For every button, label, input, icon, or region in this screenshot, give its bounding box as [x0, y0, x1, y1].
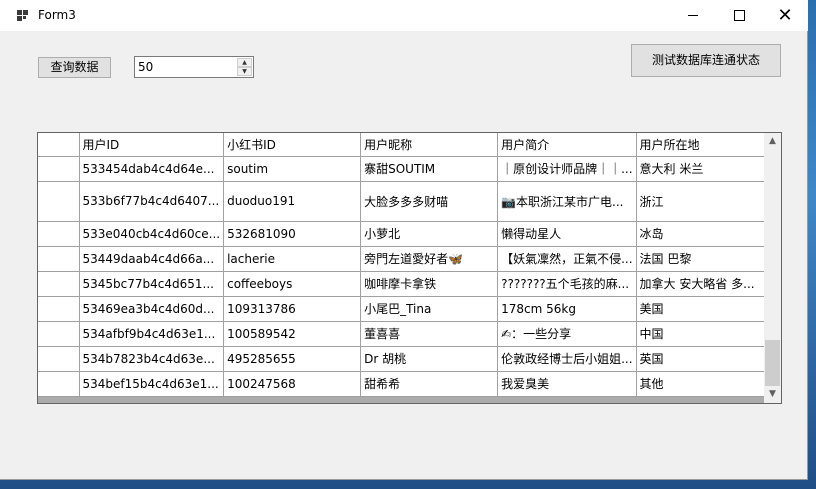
cell-location[interactable]: 加拿大 安大略省 多... [636, 271, 775, 297]
cell-xhs-id[interactable]: 495285655 [223, 346, 362, 372]
cell-location[interactable]: 意大利 米兰 [636, 156, 775, 182]
cell-nickname[interactable]: 甜希希 [360, 371, 499, 397]
cell-user-id[interactable]: 53449daab4c4d66a... [79, 246, 225, 272]
cell-nickname[interactable]: 大脸多多多财喵 [360, 181, 499, 222]
test-db-connection-button[interactable]: 测试数据库连通状态 [631, 44, 781, 77]
title-bar[interactable]: Form3 ✕ [0, 0, 808, 31]
count-numeric-updown[interactable]: 50 ▲ ▼ [134, 56, 254, 78]
table-row[interactable]: 534afbf9b4c4d63e1... 100589542 董喜喜 ✍：一些分享 中国 [38, 321, 775, 347]
table-row[interactable]: 533e040cb4c4d60ce... 532681090 小萝北 懒得动星人 冰岛 [38, 221, 775, 247]
cell-location[interactable]: 其他 [636, 371, 775, 397]
column-header-user-id[interactable]: 用户ID [79, 133, 225, 157]
minimize-icon [688, 15, 698, 16]
cell-location[interactable]: 法国 巴黎 [636, 246, 775, 272]
cell-bio[interactable]: ｜原创设计师品牌｜｜... [497, 156, 637, 182]
close-button[interactable]: ✕ [762, 0, 808, 31]
spin-up-button[interactable]: ▲ [237, 58, 252, 67]
app-icon [17, 10, 29, 22]
cell-user-id[interactable]: 533b6f77b4c4d6407... [79, 181, 225, 222]
cell-xhs-id[interactable]: lacherie [223, 246, 362, 272]
row-header[interactable] [38, 371, 80, 397]
cell-bio[interactable]: 178cm 56kg [497, 296, 637, 322]
maximize-button[interactable] [716, 0, 762, 31]
cell-xhs-id[interactable]: 100247568 [223, 371, 362, 397]
column-header-xhs-id[interactable]: 小红书ID [223, 133, 362, 157]
table-row[interactable]: 534b7823b4c4d63e... 495285655 Dr 胡桃 伦敦政经博士后… [38, 346, 775, 372]
minimize-button[interactable] [670, 0, 716, 31]
query-data-button[interactable]: 查询数据 [38, 57, 111, 78]
cell-user-id[interactable]: 5345bc77b4c4d651... [79, 271, 225, 297]
cell-xhs-id[interactable]: coffeeboys [223, 271, 362, 297]
vertical-scrollbar[interactable]: ▲ ▼ [764, 133, 781, 403]
cell-location[interactable]: 冰岛 [636, 221, 775, 247]
row-header[interactable] [38, 156, 80, 182]
cell-nickname[interactable]: Dr 胡桃 [360, 346, 499, 372]
count-value[interactable]: 50 [138, 60, 153, 74]
row-header-corner[interactable] [38, 133, 80, 157]
cell-user-id[interactable]: 53469ea3b4c4d60d... [79, 296, 225, 322]
cell-xhs-id[interactable]: 100589542 [223, 321, 362, 347]
row-header[interactable] [38, 271, 80, 297]
table-row[interactable]: 53449daab4c4d66a... lacherie 旁門左道愛好者🦋 【妖氣凜然… [38, 246, 775, 272]
cell-xhs-id[interactable]: 532681090 [223, 221, 362, 247]
column-header-location[interactable]: 用户所在地 [636, 133, 775, 157]
form3-window: Form3 ✕ 查询数据 50 ▲ ▼ 测试数据库连通状态 用户ID 小红书ID… [0, 0, 808, 480]
cell-location[interactable]: 美国 [636, 296, 775, 322]
cell-location[interactable]: 浙江 [636, 181, 775, 222]
maximize-icon [734, 10, 745, 21]
column-header-bio[interactable]: 用户简介 [497, 133, 637, 157]
cell-xhs-id[interactable]: duoduo191 [223, 181, 362, 222]
scroll-up-icon[interactable]: ▲ [764, 133, 781, 150]
table-row[interactable]: 533454dab4c4d64e... soutim 寨甜SOUTIM ｜原创设计师品… [38, 156, 775, 182]
cell-nickname[interactable]: 小萝北 [360, 221, 499, 247]
cell-user-id[interactable]: 533e040cb4c4d60ce... [79, 221, 225, 247]
cell-bio[interactable]: 📷本职浙江某市广电... [497, 181, 637, 222]
spin-buttons: ▲ ▼ [237, 58, 252, 76]
spin-down-button[interactable]: ▼ [237, 67, 252, 76]
row-header[interactable] [38, 181, 80, 222]
cell-user-id[interactable]: 533454dab4c4d64e... [79, 156, 225, 182]
cell-nickname[interactable]: 旁門左道愛好者🦋 [360, 246, 499, 272]
cell-nickname[interactable]: 咖啡摩卡拿铁 [360, 271, 499, 297]
cell-nickname[interactable]: 董喜喜 [360, 321, 499, 347]
table-row[interactable]: 5345bc77b4c4d651... coffeeboys 咖啡摩卡拿铁?????… [38, 271, 775, 297]
grid-body: 533454dab4c4d64e... soutim 寨甜SOUTIM ｜原创设计师品… [38, 156, 775, 397]
table-row[interactable]: 533b6f77b4c4d6407... duoduo191 大脸多多多财喵 📷本职浙… [38, 181, 775, 222]
cell-user-id[interactable]: 534afbf9b4c4d63e1... [79, 321, 225, 347]
cell-bio[interactable]: 懒得动星人 [497, 221, 637, 247]
cell-bio[interactable]: 【妖氣凜然，正氣不侵... [497, 246, 637, 272]
header-row: 用户ID 小红书ID 用户昵称 用户简介 用户所在地 [38, 133, 775, 157]
row-header[interactable] [38, 346, 80, 372]
cell-nickname[interactable]: 小尾巴_Tina [360, 296, 499, 322]
table-row[interactable]: 534bef15b4c4d63e1... 100247568 甜希希 我爱臭美 其他 [38, 371, 775, 397]
window-title: Form3 [38, 8, 76, 22]
cell-location[interactable]: 英国 [636, 346, 775, 372]
cell-bio[interactable]: 我爱臭美 [497, 371, 637, 397]
cell-nickname[interactable]: 寨甜SOUTIM [360, 156, 499, 182]
cell-bio[interactable]: ???????五个毛孩的麻... [497, 271, 637, 297]
row-header[interactable] [38, 296, 80, 322]
cell-bio[interactable]: 伦敦政经博士后小姐姐... [497, 346, 637, 372]
row-header[interactable] [38, 246, 80, 272]
data-grid[interactable]: 用户ID 小红书ID 用户昵称 用户简介 用户所在地 533454dab4c4d… [37, 132, 782, 404]
scroll-down-icon[interactable]: ▼ [764, 386, 781, 403]
cell-user-id[interactable]: 534bef15b4c4d63e1... [79, 371, 225, 397]
row-header[interactable] [38, 221, 80, 247]
column-header-nickname[interactable]: 用户昵称 [360, 133, 499, 157]
cell-bio[interactable]: ✍：一些分享 [497, 321, 637, 347]
row-header[interactable] [38, 321, 80, 347]
scroll-thumb[interactable] [765, 340, 780, 386]
cell-location[interactable]: 中国 [636, 321, 775, 347]
close-icon: ✕ [777, 5, 793, 26]
grid-table: 用户ID 小红书ID 用户昵称 用户简介 用户所在地 533454dab4c4d… [38, 133, 775, 397]
cell-user-id[interactable]: 534b7823b4c4d63e... [79, 346, 225, 372]
table-row[interactable]: 53469ea3b4c4d60d... 109313786 小尾巴_Tina 178c… [38, 296, 775, 322]
cell-xhs-id[interactable]: 109313786 [223, 296, 362, 322]
cell-xhs-id[interactable]: soutim [223, 156, 362, 182]
